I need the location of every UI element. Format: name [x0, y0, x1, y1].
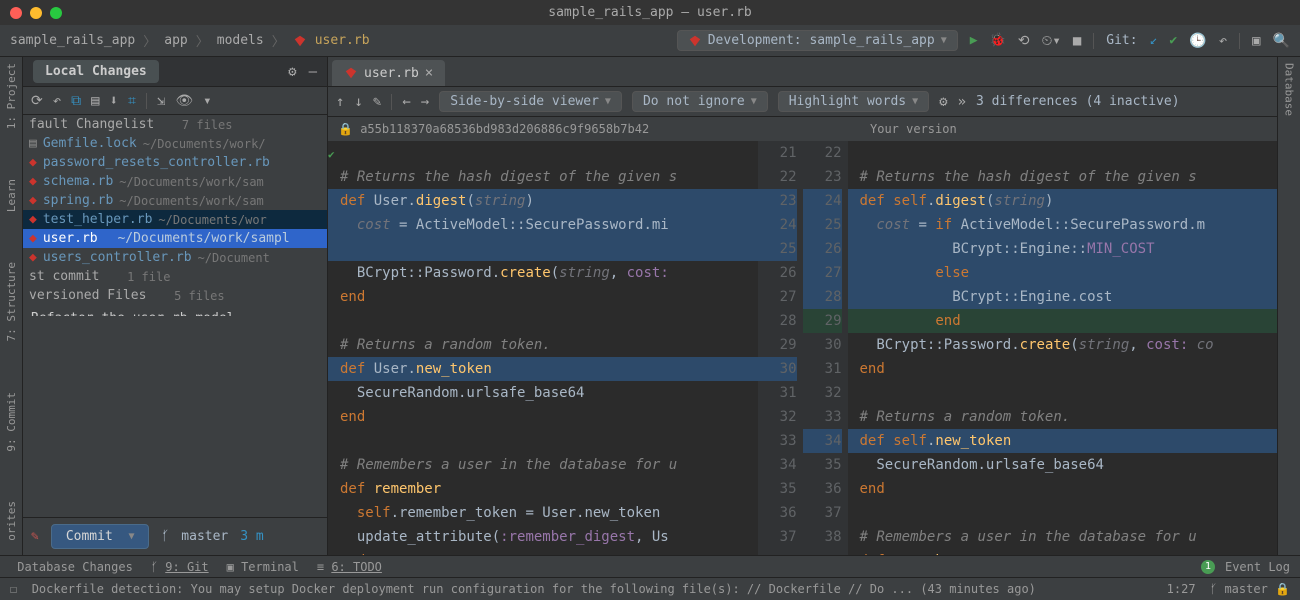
file-item-selected[interactable]: ◆user.rb ~/Documents/work/sampl [23, 229, 327, 248]
stop-button[interactable]: ■ [1073, 33, 1081, 49]
tab-label: user.rb [364, 66, 419, 81]
tool-todo[interactable]: ≡ 6: TODO [317, 560, 382, 574]
commit-button[interactable]: ✔ [1169, 33, 1177, 48]
status-branch[interactable]: master [1224, 582, 1267, 596]
file-item[interactable]: ▤Gemfile.lock~/Documents/work/ [23, 134, 327, 153]
rollback-icon[interactable]: ↶ [53, 93, 61, 109]
run-config-selector[interactable]: Development: sample_rails_app ▼ [677, 30, 958, 51]
tool-event-log[interactable]: Event Log [1225, 560, 1290, 574]
file-item[interactable]: ◆schema.rb~/Documents/work/sam [23, 172, 327, 191]
shared-gutter: 2122 23 2425 26272829 30 31323334353637 … [758, 141, 848, 555]
commit-button[interactable]: Commit ▼ [51, 524, 150, 549]
breadcrumb[interactable]: sample_rails_app〉 app〉 models〉 user.rb [10, 31, 370, 50]
next-file-icon[interactable]: → [421, 94, 429, 110]
caret-position[interactable]: 1:27 [1167, 582, 1196, 596]
event-badge: 1 [1201, 560, 1215, 574]
hector-icon[interactable]: ☐ [10, 582, 17, 596]
branch-label[interactable]: master [181, 529, 228, 544]
file-item[interactable]: ◆spring.rb~/Documents/work/sam [23, 191, 327, 210]
diff-summary: 3 differences (4 inactive) [976, 94, 1180, 109]
commits-ahead[interactable]: 3 m [240, 529, 263, 544]
minimize-panel-icon[interactable]: — [309, 64, 317, 80]
right-revision: Your version [870, 122, 957, 136]
ruby-file-icon [344, 66, 358, 80]
ruby-file-icon [293, 34, 307, 48]
collapse-icon[interactable]: » [958, 94, 966, 110]
window-title: sample_rails_app – user.rb [548, 5, 752, 20]
ok-gutter-icon: ✔ [328, 143, 335, 167]
view-icon[interactable]: ▾ [203, 93, 211, 109]
lock-icon[interactable]: 🔒 [1275, 582, 1290, 596]
breadcrumb-item[interactable]: app [164, 33, 187, 48]
rails-icon [688, 34, 702, 48]
lock-icon: 🔒 [338, 122, 353, 136]
prev-file-icon[interactable]: ← [402, 94, 410, 110]
gear-icon[interactable]: ⚙ [288, 64, 296, 80]
eye-icon[interactable]: 👁 [175, 93, 193, 109]
diff-icon[interactable]: ⧉ [71, 93, 81, 109]
status-message: Dockerfile detection: You may setup Dock… [32, 582, 1036, 596]
tool-terminal[interactable]: ▣ Terminal [227, 560, 299, 574]
changelist-icon[interactable]: ▤ [91, 93, 99, 109]
viewer-mode-select[interactable]: Side-by-side viewer▼ [439, 91, 622, 112]
tool-git[interactable]: ᚶ 9: Git [151, 560, 209, 574]
ide-settings-button[interactable]: ▣ [1252, 33, 1260, 49]
left-code-pane[interactable]: ✔ # Returns the hash digest of the given… [328, 141, 758, 555]
breadcrumb-item[interactable]: models [217, 33, 264, 48]
side-tab-favorites[interactable]: orites [5, 501, 18, 541]
highlight-select[interactable]: Highlight words▼ [778, 91, 929, 112]
run-button[interactable]: ▶ [970, 33, 978, 48]
changelist-name[interactable]: fault Changelist [29, 117, 154, 132]
group-icon[interactable]: ⌗ [128, 93, 136, 109]
side-tab-project[interactable]: 1: Project [5, 63, 18, 129]
debug-button[interactable]: 🐞 [990, 33, 1006, 48]
settings-icon[interactable]: ⚙ [939, 94, 947, 110]
shelf-icon[interactable]: ⬇ [110, 93, 118, 109]
file-item[interactable]: ◆test_helper.rb~/Documents/wor [23, 210, 327, 229]
chevron-down-icon: ▼ [941, 35, 947, 46]
refresh-icon[interactable]: ⟳ [31, 93, 43, 109]
branch-icon: ᚶ [1210, 582, 1217, 596]
maximize-window-icon[interactable] [50, 7, 62, 19]
prev-diff-icon[interactable]: ↑ [336, 94, 344, 110]
branch-icon: ᚶ [161, 529, 169, 544]
section-name[interactable]: st commit [29, 269, 99, 284]
update-project-button[interactable]: ↙ [1150, 33, 1158, 48]
breadcrumb-item[interactable]: user.rb [315, 33, 370, 48]
side-tab-structure[interactable]: 7: Structure [5, 262, 18, 341]
search-everywhere-button[interactable]: 🔍 [1273, 33, 1290, 49]
ignore-select[interactable]: Do not ignore▼ [632, 91, 768, 112]
history-button[interactable]: 🕒 [1189, 33, 1206, 49]
left-revision: a55b118370a68536bd983d206886c9f9658b7b42 [360, 122, 649, 136]
section-name[interactable]: versioned Files [29, 288, 146, 303]
amend-icon[interactable]: ✎ [31, 529, 39, 544]
close-window-icon[interactable] [10, 7, 22, 19]
panel-title[interactable]: Local Changes [33, 60, 159, 83]
next-diff-icon[interactable]: ↓ [354, 94, 362, 110]
minimize-window-icon[interactable] [30, 7, 42, 19]
right-code-pane[interactable]: # Returns the hash digest of the given s… [848, 141, 1278, 555]
profiler-button[interactable]: ⏲▾ [1041, 33, 1060, 49]
expand-icon[interactable]: ⇲ [157, 93, 165, 109]
edit-marker-icon[interactable]: ✎ [373, 94, 381, 110]
close-tab-icon[interactable]: × [425, 65, 433, 81]
editor-tab[interactable]: user.rb × [332, 60, 445, 86]
run-config-label: Development: sample_rails_app [708, 33, 935, 48]
breadcrumb-item[interactable]: sample_rails_app [10, 33, 135, 48]
side-tab-database[interactable]: Database [1283, 63, 1296, 116]
tool-db-changes[interactable]: Database Changes [10, 560, 133, 574]
file-item[interactable]: ◆password_resets_controller.rb [23, 153, 327, 172]
file-item[interactable]: ◆users_controller.rb~/Document [23, 248, 327, 267]
side-tab-commit[interactable]: 9: Commit [5, 392, 18, 452]
coverage-button[interactable]: ⟲ [1018, 33, 1030, 49]
rollback-button[interactable]: ↶ [1219, 33, 1227, 49]
changelist-count: 7 files [182, 118, 233, 132]
vcs-label: Git: [1106, 33, 1137, 48]
side-tab-learn[interactable]: Learn [5, 179, 18, 212]
